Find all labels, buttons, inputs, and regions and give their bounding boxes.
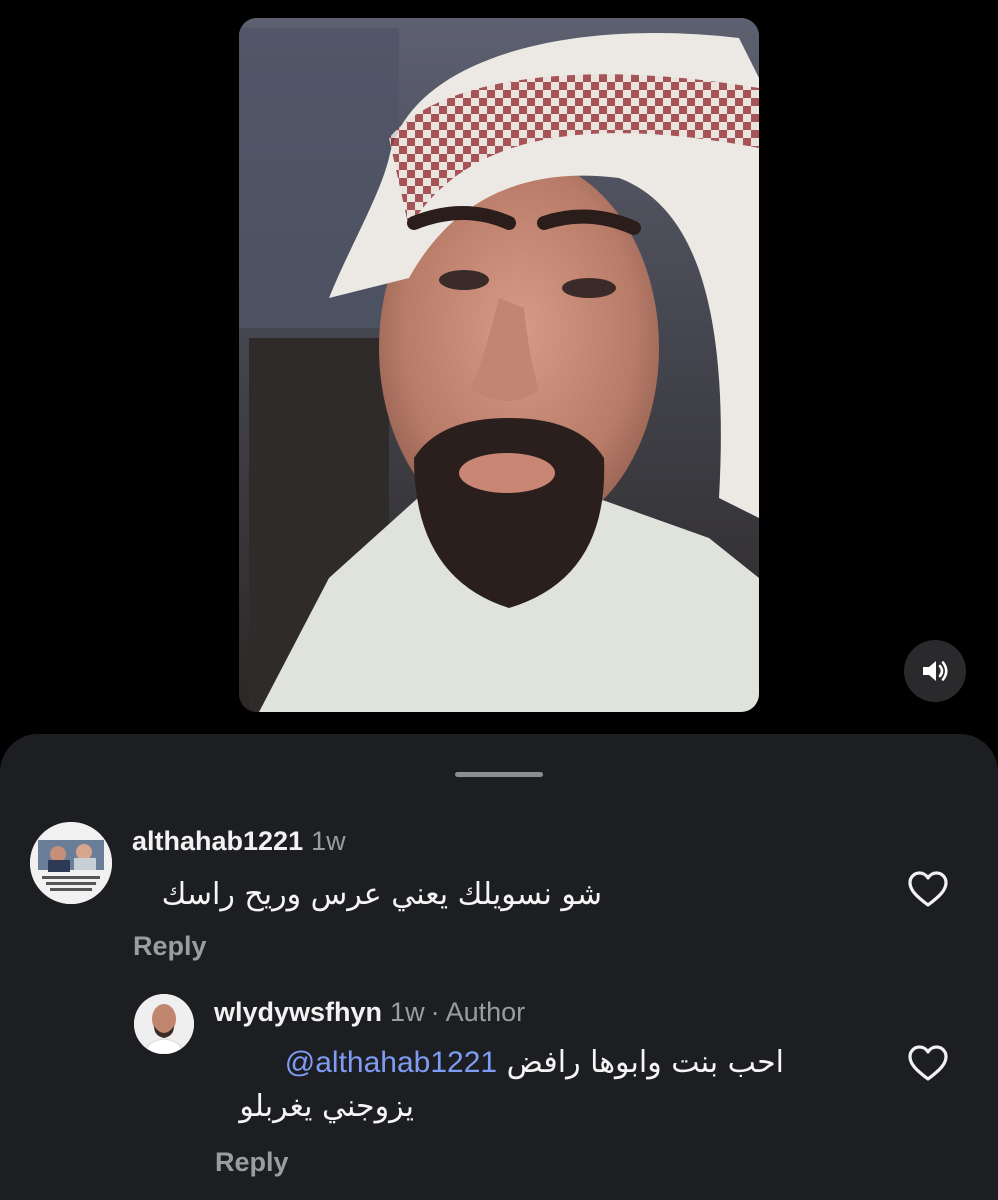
heart-outline-icon <box>908 871 948 907</box>
comment-username[interactable]: althahab1221 <box>132 826 303 856</box>
comment-meta: althahab1221 1w <box>132 825 346 857</box>
comment-item: althahab1221 1w شو نسويلك يعني عرس وريح ر… <box>0 734 998 974</box>
video-frame-image <box>239 18 759 712</box>
reply-item: wlydywsfhyn 1w · Author احب بنت وابوها رافض… <box>0 974 998 1200</box>
reply-text-body: احب بنت وابوها رافض <box>506 1045 784 1080</box>
reply-text: احب بنت وابوها رافض @althahab1221 <box>214 1042 784 1084</box>
reply-time: 1w <box>390 997 425 1027</box>
avatar-image <box>134 994 194 1054</box>
like-button[interactable] <box>906 1042 950 1086</box>
video-player[interactable] <box>239 18 759 712</box>
comment-text: شو نسويلك يعني عرس وريح راسك <box>161 877 602 912</box>
comment-time: 1w <box>311 826 346 856</box>
author-badge: Author <box>445 997 526 1027</box>
avatar[interactable] <box>134 994 194 1054</box>
like-button[interactable] <box>906 868 950 912</box>
reply-username[interactable]: wlydywsfhyn <box>214 997 382 1027</box>
mention-link[interactable]: @althahab1221 <box>285 1046 497 1079</box>
reply-button[interactable]: Reply <box>215 1146 289 1178</box>
comments-sheet: althahab1221 1w شو نسويلك يعني عرس وريح ر… <box>0 734 998 1200</box>
reply-text-line-1: احب بنت وابوها رافض @althahab1221 <box>214 1042 784 1084</box>
meta-separator: · <box>430 997 440 1027</box>
avatar-image <box>30 822 112 904</box>
sound-toggle-button[interactable] <box>904 640 966 702</box>
speaker-on-icon <box>923 661 948 681</box>
avatar[interactable] <box>30 822 112 904</box>
reply-button[interactable]: Reply <box>133 930 207 962</box>
reply-text-line-2: يزوجني يغربلو <box>239 1089 414 1124</box>
reply-meta: wlydywsfhyn 1w · Author <box>214 996 525 1028</box>
heart-outline-icon <box>908 1045 948 1081</box>
